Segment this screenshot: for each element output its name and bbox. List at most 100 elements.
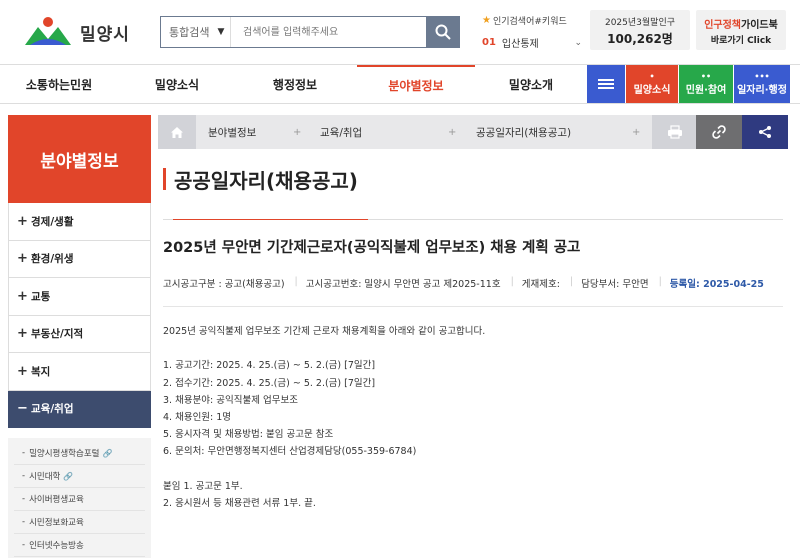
sidebar-item-environment[interactable]: + 환경/위생 xyxy=(8,240,151,278)
title-accent-bar xyxy=(163,168,166,190)
quick-jobs-button[interactable]: ••• 일자리·행정 xyxy=(734,65,790,103)
dot-icon: • xyxy=(649,71,655,81)
title-divider-accent xyxy=(173,219,368,220)
chevron-down-icon[interactable]: ⌄ xyxy=(574,38,582,48)
guide-title-red: 인구정책 xyxy=(704,20,741,31)
menu-button[interactable] xyxy=(587,65,625,103)
sidebar-submenu: - 밀양시평생학습포털 🔗 - 시민대학 🔗 - 사이버평생교육 - 시민정보화교육 - 인터… xyxy=(8,438,151,558)
sidebar-item-economy[interactable]: + 경제/생활 xyxy=(8,203,151,241)
submenu-label: 인터넷수능방송 xyxy=(29,541,84,551)
dash-icon: - xyxy=(22,517,26,527)
share-button[interactable] xyxy=(742,115,788,149)
copy-link-button[interactable] xyxy=(696,115,742,149)
quick-news-label: 밀양소식 xyxy=(633,84,671,96)
popular-keywords-label: 인기검색어#키워드 xyxy=(492,17,567,27)
dot-icon: •• xyxy=(700,71,712,81)
sidebar-item-label: 환경/위생 xyxy=(31,253,74,266)
body-line: 3. 채용분야: 공익직불제 업무보조 xyxy=(163,394,298,406)
external-link-icon: 🔗 xyxy=(63,471,74,481)
share-icon xyxy=(759,126,771,138)
breadcrumb-item[interactable]: 공공일자리(채용공고) xyxy=(476,115,571,149)
dot-icon: ••• xyxy=(754,71,770,81)
nav-item-fields[interactable]: 분야별정보 xyxy=(357,65,475,103)
submenu-label: 밀양시평생학습포털 xyxy=(29,449,100,459)
plus-icon: + xyxy=(17,251,28,267)
dash-icon: - xyxy=(22,471,26,481)
popular-keyword-item[interactable]: 01 입산통제 ⌄ xyxy=(482,35,582,50)
search-bar: 통합검색 ▼ xyxy=(160,16,460,48)
breadcrumb: 분야별정보 + 교육/취업 + 공공일자리(채용공고) + xyxy=(158,115,788,149)
sidebar-item-education[interactable]: − 교육/취업 xyxy=(8,390,151,428)
sidebar-title: 분야별정보 xyxy=(8,115,151,203)
nav-item-about[interactable]: 밀양소개 xyxy=(475,65,587,103)
sidebar-item-label: 경제/생활 xyxy=(31,215,74,228)
plus-icon: + xyxy=(17,363,28,379)
meta-notice-number: 고시공고번호: 밀양시 무안면 공고 제2025-11호 xyxy=(305,279,501,290)
search-scope-select[interactable]: 통합검색 ▼ xyxy=(161,17,231,47)
body-line xyxy=(163,461,783,478)
page-title: 공공일자리(채용공고) xyxy=(163,163,358,195)
plus-icon: + xyxy=(17,213,28,229)
guide-title-black: 가이드북 xyxy=(741,20,778,31)
search-button[interactable] xyxy=(426,16,460,48)
quick-civil-button[interactable]: •• 민원·참여 xyxy=(679,65,733,103)
population-value: 100,262명 xyxy=(607,32,673,46)
submenu-item-lifelong-portal[interactable]: - 밀양시평생학습포털 🔗 xyxy=(14,442,145,465)
plus-icon: + xyxy=(17,326,28,342)
body-line xyxy=(163,340,783,357)
submenu-item-it-education[interactable]: - 시민정보화교육 xyxy=(14,511,145,534)
chevron-down-icon: ▼ xyxy=(217,27,225,37)
sidebar-item-label: 교통 xyxy=(31,290,51,303)
meta-separator: | xyxy=(569,276,574,287)
home-button[interactable] xyxy=(158,115,196,149)
breadcrumb-item[interactable]: 분야별정보 xyxy=(208,115,256,149)
keyword-text: 입산통제 xyxy=(501,39,539,50)
body-line: 4. 채용인원: 1명 xyxy=(163,412,232,423)
star-icon: ★ xyxy=(482,15,491,26)
print-button[interactable] xyxy=(652,115,698,149)
meta-notice-type: 고시공고구분 : 공고(채용공고) xyxy=(163,279,285,290)
nav-item-admin[interactable]: 행정정보 xyxy=(236,65,354,103)
population-guidebook-banner[interactable]: 인구정책가이드북 바로가기 Click xyxy=(696,10,786,50)
search-input[interactable] xyxy=(231,17,426,47)
plus-icon[interactable]: + xyxy=(293,115,301,149)
post-title: 2025년 무안면 기간제근로자(공익직불제 업무보조) 채용 계획 공고 xyxy=(163,240,581,256)
print-icon xyxy=(668,125,682,139)
popular-keywords-title: ★ 인기검색어#키워드 xyxy=(482,14,582,27)
meta-posting-number: 게재제호: xyxy=(521,279,560,290)
page-title-text: 공공일자리(채용공고) xyxy=(174,168,358,193)
link-icon xyxy=(712,125,726,139)
meta-separator: | xyxy=(658,276,662,287)
plus-icon: + xyxy=(17,288,28,304)
meta-department: 담당부서: 무안면 xyxy=(581,279,649,290)
quick-news-button[interactable]: • 밀양소식 xyxy=(626,65,678,103)
body-line: 6. 문의처: 무안면행정복지센터 산업경제담당(055-359-6784) xyxy=(163,446,417,458)
breadcrumb-item[interactable]: 교육/취업 xyxy=(320,115,362,149)
sidebar-menu: + 경제/생활 + 환경/위생 + 교통 + 부동산/지적 + 복지 − 교육/취업 xyxy=(8,203,151,428)
submenu-item-cyber-education[interactable]: - 사이버평생교육 xyxy=(14,488,145,511)
minus-icon: − xyxy=(17,401,28,417)
hamburger-icon xyxy=(598,77,614,91)
site-logo[interactable]: 밀양시 xyxy=(22,14,142,50)
sidebar-item-welfare[interactable]: + 복지 xyxy=(8,353,151,391)
sidebar-item-label: 복지 xyxy=(31,365,51,378)
nav-item-news[interactable]: 밀양소식 xyxy=(118,65,236,103)
main-nav: 소통하는민원 밀양소식 행정정보 분야별정보 밀양소개 • 밀양소식 •• 민원… xyxy=(0,64,800,104)
dash-icon: - xyxy=(22,540,26,550)
meta-registered-date: 등록일: 2025-04-25 xyxy=(669,279,764,290)
plus-icon[interactable]: + xyxy=(632,115,640,149)
body-line: 2. 응시원서 등 채용관련 서류 1부. 끝. xyxy=(163,498,316,509)
guide-title: 인구정책가이드북 xyxy=(696,16,786,31)
nav-item-civil[interactable]: 소통하는민원 xyxy=(0,65,118,103)
sidebar-item-label: 교육/취업 xyxy=(31,403,74,416)
plus-icon[interactable]: + xyxy=(448,115,456,149)
search-icon xyxy=(435,24,451,40)
quick-jobs-label: 일자리·행정 xyxy=(737,84,787,96)
submenu-item-internet-csat[interactable]: - 인터넷수능방송 xyxy=(14,534,145,557)
popular-keywords: ★ 인기검색어#키워드 01 입산통제 ⌄ xyxy=(482,14,582,50)
submenu-label: 사이버평생교육 xyxy=(29,495,84,505)
body-line: 붙임 1. 공고문 1부. xyxy=(163,480,243,492)
submenu-item-citizen-college[interactable]: - 시민대학 🔗 xyxy=(14,465,145,488)
sidebar-item-realestate[interactable]: + 부동산/지적 xyxy=(8,315,151,353)
sidebar-item-traffic[interactable]: + 교통 xyxy=(8,278,151,316)
